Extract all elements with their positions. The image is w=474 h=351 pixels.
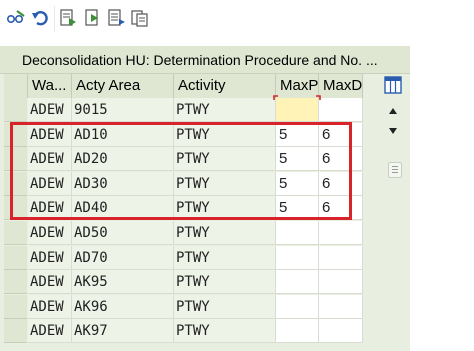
scroll-up-icon[interactable] bbox=[388, 102, 398, 120]
row-selector[interactable] bbox=[4, 98, 27, 122]
copy-icon[interactable] bbox=[130, 8, 150, 28]
cell-maxd[interactable] bbox=[319, 295, 363, 319]
cell-maxp[interactable] bbox=[276, 319, 319, 343]
cell-maxd[interactable] bbox=[319, 270, 363, 294]
row-selector[interactable] bbox=[4, 270, 27, 294]
cell-activity: PTWY bbox=[174, 270, 276, 294]
cell-acty-area: AK96 bbox=[72, 295, 174, 319]
cell-maxp[interactable] bbox=[276, 295, 319, 319]
scroll-down-icon[interactable] bbox=[388, 122, 398, 140]
cell-acty-area: AK97 bbox=[72, 319, 174, 343]
list-arrow-icon[interactable] bbox=[106, 8, 126, 28]
select-all-header[interactable] bbox=[4, 74, 28, 98]
row-selector[interactable] bbox=[4, 319, 27, 343]
cell-acty-area: AK95 bbox=[72, 270, 174, 294]
cell-maxp[interactable] bbox=[276, 270, 319, 294]
column-header-maxd[interactable]: MaxD bbox=[319, 74, 363, 98]
export-icon[interactable] bbox=[58, 8, 78, 28]
cell-maxd[interactable] bbox=[319, 319, 363, 343]
cell-activity: PTWY bbox=[174, 246, 276, 270]
cell-acty-area: AD70 bbox=[72, 246, 174, 270]
toolbar bbox=[0, 0, 474, 40]
cell-maxd[interactable] bbox=[319, 246, 363, 270]
cell-maxp[interactable] bbox=[276, 246, 319, 270]
cell-warehouse: ADEW bbox=[28, 270, 72, 294]
cell-warehouse: ADEW bbox=[28, 221, 72, 245]
panel-title: Deconsolidation HU: Determination Proced… bbox=[0, 46, 410, 74]
undo-icon[interactable] bbox=[31, 8, 51, 28]
row-selector[interactable] bbox=[4, 246, 27, 270]
cell-warehouse: ADEW bbox=[28, 319, 72, 343]
scroll-handle-icon[interactable] bbox=[388, 162, 402, 178]
cell-maxd[interactable] bbox=[319, 98, 363, 122]
column-header-acty-area[interactable]: Acty Area bbox=[72, 74, 174, 98]
highlight-annotation bbox=[10, 122, 352, 220]
cell-maxp[interactable] bbox=[276, 221, 319, 245]
cell-maxd[interactable] bbox=[319, 221, 363, 245]
column-header-activity[interactable]: Activity bbox=[174, 74, 276, 98]
cell-warehouse: ADEW bbox=[28, 246, 72, 270]
cell-focus-marker bbox=[273, 95, 321, 100]
cell-acty-area: 9015 bbox=[72, 98, 174, 122]
vertical-scrollbar[interactable] bbox=[380, 98, 406, 351]
cell-warehouse: ADEW bbox=[28, 98, 72, 122]
cell-activity: PTWY bbox=[174, 295, 276, 319]
column-config-icon[interactable] bbox=[383, 75, 403, 95]
column-header-warehouse[interactable]: Wa... bbox=[28, 74, 72, 98]
cell-activity: PTWY bbox=[174, 319, 276, 343]
glasses-pencil-icon[interactable] bbox=[6, 8, 26, 28]
import-icon[interactable] bbox=[82, 8, 102, 28]
cell-activity: PTWY bbox=[174, 221, 276, 245]
cell-acty-area: AD50 bbox=[72, 221, 174, 245]
cell-activity: PTWY bbox=[174, 98, 276, 122]
cell-warehouse: ADEW bbox=[28, 295, 72, 319]
row-selector[interactable] bbox=[4, 221, 27, 245]
row-selector[interactable] bbox=[4, 295, 27, 319]
